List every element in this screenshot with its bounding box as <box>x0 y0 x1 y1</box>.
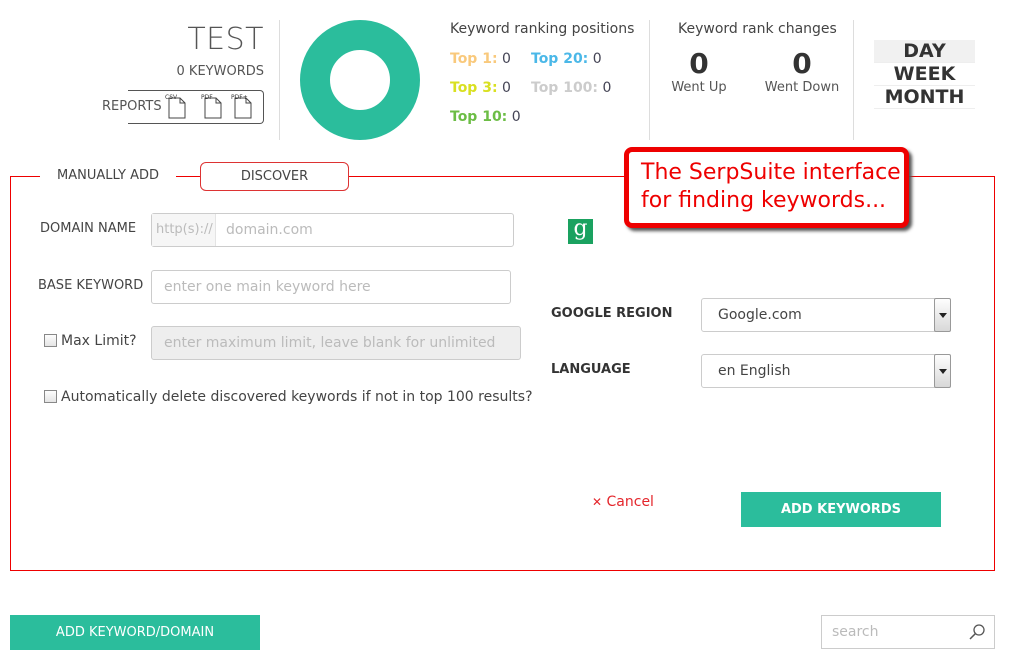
domain-prefix: http(s):// <box>152 214 216 246</box>
google-region-label: GOOGLE REGION <box>551 306 673 321</box>
search-placeholder: search <box>832 624 879 640</box>
language-select[interactable]: en English <box>701 354 951 388</box>
period-week[interactable]: WEEK <box>874 63 975 86</box>
keyword-count: 0 KEYWORDS <box>176 64 264 79</box>
language-label: LANGUAGE <box>551 362 631 377</box>
went-down-value: 0 <box>792 47 812 80</box>
rank-top100-value: 0 <box>602 80 612 96</box>
rank-top3: Top 3: 0 <box>450 80 511 96</box>
rank-top1: Top 1: 0 <box>450 51 511 67</box>
language-value: en English <box>718 363 791 379</box>
period-month[interactable]: MONTH <box>874 86 975 109</box>
base-keyword-input[interactable]: enter one main keyword here <box>151 270 511 304</box>
rank-top20-value: 0 <box>592 51 602 67</box>
pdf-label: PDF <box>201 94 213 101</box>
cancel-button[interactable]: ✕ Cancel <box>592 494 654 510</box>
tab-manually-add[interactable]: MANUALLY ADD <box>40 166 176 183</box>
panel-border <box>176 176 200 177</box>
auto-delete-option: Automatically delete discovered keywords… <box>44 389 533 405</box>
period-selector: DAY WEEK MONTH <box>874 40 975 109</box>
base-keyword-label: BASE KEYWORD <box>38 278 144 293</box>
rank-top10-label: Top 10: <box>450 109 508 125</box>
chevron-down-icon[interactable] <box>934 298 951 332</box>
rank-top100-label: Top 100: <box>531 80 599 96</box>
rank-top1-label: Top 1: <box>450 51 498 67</box>
max-limit-option: Max Limit? <box>44 333 137 349</box>
tab-discover[interactable]: DISCOVER <box>200 162 349 191</box>
rank-changes-title: Keyword rank changes <box>678 21 837 37</box>
rank-top1-value: 0 <box>502 51 511 67</box>
max-limit-label: Max Limit? <box>61 333 137 349</box>
went-down-label: Went Down <box>764 80 840 95</box>
callout-line-1: The SerpSuite interface <box>641 160 901 185</box>
close-icon: ✕ <box>592 495 603 509</box>
cancel-label: Cancel <box>606 494 654 510</box>
search-icon[interactable] <box>968 623 986 641</box>
divider <box>279 20 280 140</box>
csv-label: CSV <box>165 94 178 101</box>
max-limit-checkbox[interactable] <box>44 334 57 347</box>
domain-name-label: DOMAIN NAME <box>40 221 137 236</box>
add-keyword-domain-button[interactable]: ADD KEYWORD/DOMAIN <box>10 615 260 650</box>
chevron-down-icon[interactable] <box>934 354 951 388</box>
rank-top10: Top 10: 0 <box>450 109 521 125</box>
reports-group: CSV PDF PDF+ <box>128 90 264 124</box>
google-region-value: Google.com <box>718 307 802 323</box>
domain-name-input[interactable]: http(s):// domain.com <box>151 213 514 247</box>
domain-placeholder: domain.com <box>226 222 313 238</box>
rank-top10-value: 0 <box>511 109 521 125</box>
ranking-positions-title: Keyword ranking positions <box>450 21 635 37</box>
max-limit-input[interactable]: enter maximum limit, leave blank for unl… <box>151 326 521 360</box>
rank-top20-label: Top 20: <box>531 51 589 67</box>
csv-report-button[interactable]: CSV <box>165 94 186 119</box>
panel-border <box>10 176 40 177</box>
pdf-report-button[interactable]: PDF <box>201 94 222 119</box>
google-region-select[interactable]: Google.com <box>701 298 951 332</box>
went-up-value: 0 <box>689 47 709 80</box>
donut-ring <box>300 20 420 140</box>
rank-top100: Top 100: 0 <box>531 80 611 96</box>
google-icon: g <box>568 218 593 244</box>
annotation-callout: The SerpSuite interface for finding keyw… <box>624 147 909 228</box>
went-up-label: Went Up <box>671 80 727 95</box>
period-day[interactable]: DAY <box>874 40 975 63</box>
auto-delete-checkbox[interactable] <box>44 390 57 403</box>
add-keywords-button[interactable]: ADD KEYWORDS <box>741 492 941 527</box>
rank-top20: Top 20: 0 <box>531 51 602 67</box>
divider <box>853 20 854 140</box>
ranking-donut-chart <box>300 20 420 140</box>
pdf-plus-report-button[interactable]: PDF+ <box>231 94 252 119</box>
pdf-plus-label: PDF+ <box>231 94 248 101</box>
rank-top3-value: 0 <box>502 80 511 96</box>
callout-line-2: for finding keywords... <box>641 188 887 213</box>
project-title: TEST <box>187 22 264 57</box>
auto-delete-label: Automatically delete discovered keywords… <box>61 389 533 405</box>
search-input[interactable]: search <box>821 615 995 649</box>
rank-top3-label: Top 3: <box>450 80 498 96</box>
